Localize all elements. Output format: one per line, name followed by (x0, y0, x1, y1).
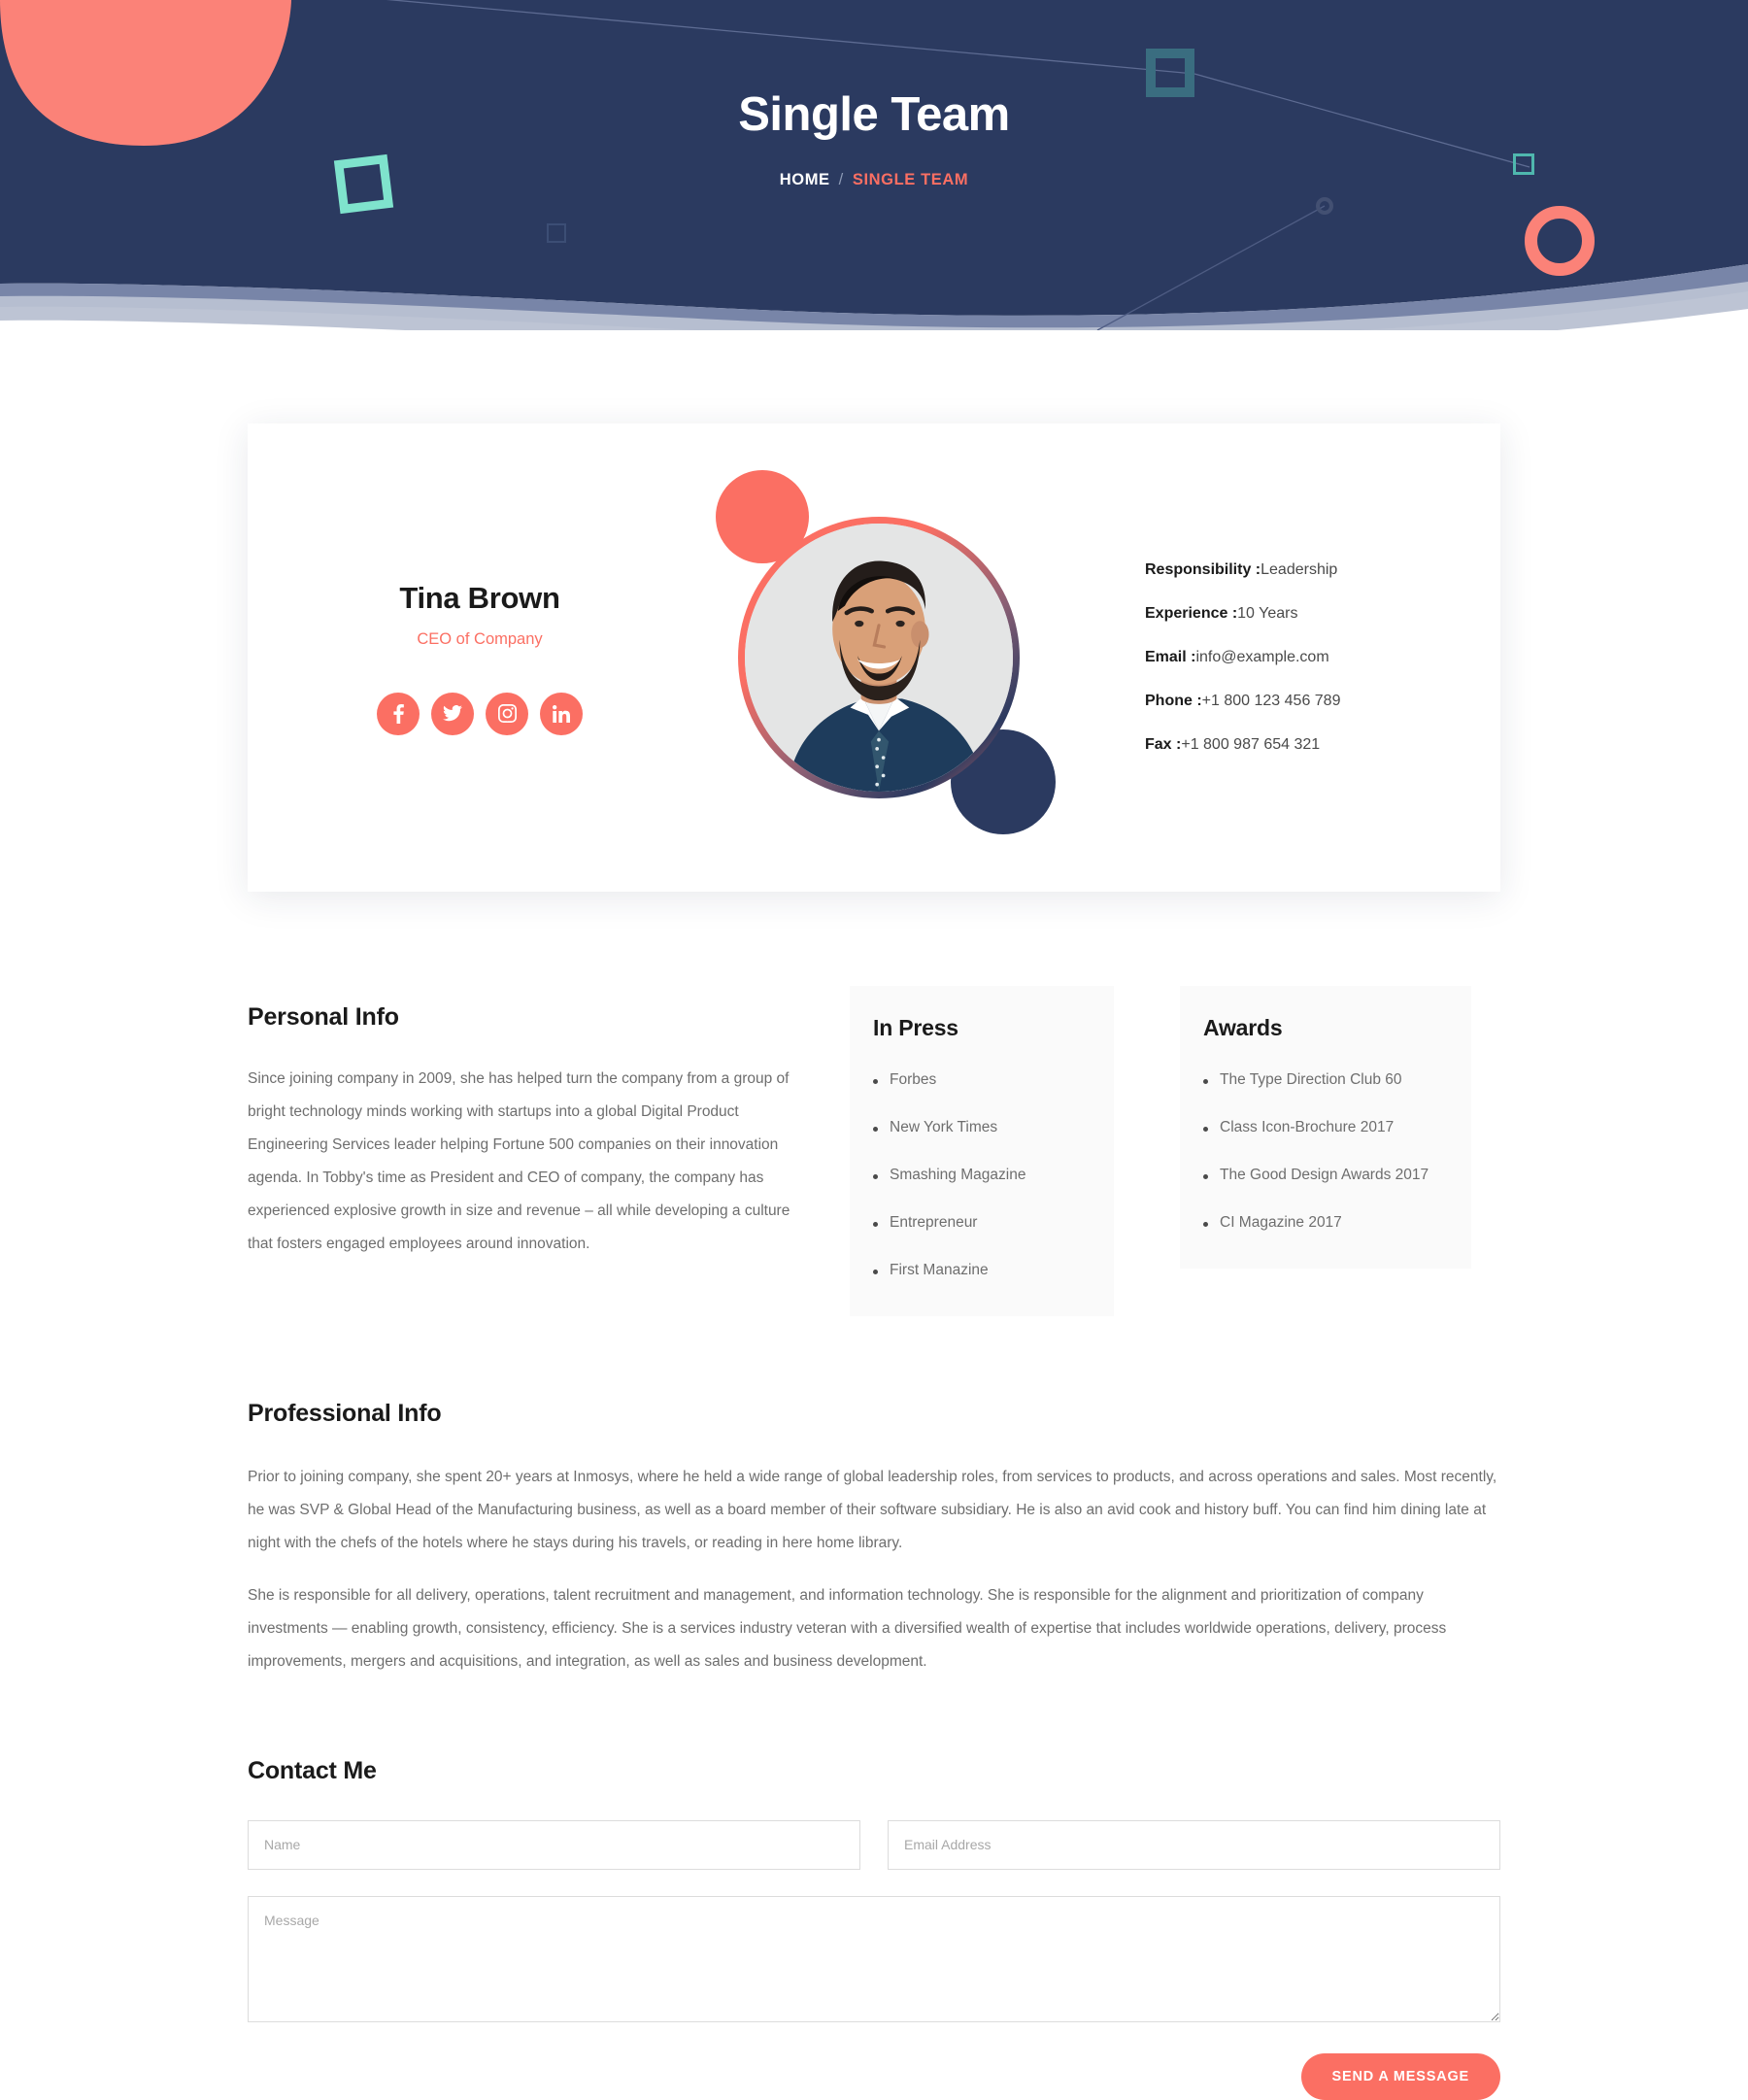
personal-info-paragraph: Since joining company in 2009, she has h… (248, 1070, 790, 1253)
detail-email-value[interactable]: info@example.com (1195, 649, 1328, 665)
profile-name: Tina Brown (399, 580, 560, 615)
in-press-section: In Press Forbes New York Times Smashing … (850, 986, 1114, 1316)
detail-phone-label: Phone : (1145, 693, 1202, 709)
message-textarea[interactable] (248, 1895, 1500, 2022)
avatar (745, 524, 1013, 792)
detail-email: Email :info@example.com (1145, 650, 1462, 665)
professional-info-paragraph-1: Prior to joining company, she spent 20+ … (248, 1469, 1497, 1552)
personal-info-section: Personal Info Since joining company in 2… (248, 1003, 850, 1316)
profile-card: Tina Brown CEO of Company Responsibility… (248, 423, 1500, 892)
detail-responsibility-value: Leadership (1261, 561, 1338, 578)
page-title: Single Team (738, 88, 1010, 141)
profile-role: CEO of Company (417, 629, 543, 648)
profile-details: Responsibility :Leadership Experience :1… (1073, 562, 1500, 753)
detail-fax-label: Fax : (1145, 736, 1182, 753)
decorative-square-navy-small (547, 223, 566, 243)
main-content: Personal Info Since joining company in 2… (248, 892, 1500, 2100)
detail-experience-value: 10 Years (1237, 605, 1298, 622)
breadcrumb-link-home[interactable]: HOME (780, 171, 830, 188)
breadcrumb-separator: / (838, 170, 844, 188)
detail-phone-value[interactable]: +1 800 123 456 789 (1202, 693, 1341, 709)
profile-card-wrapper: Tina Brown CEO of Company Responsibility… (0, 423, 1748, 892)
in-press-heading: In Press (873, 1015, 958, 1040)
twitter-icon[interactable] (431, 692, 474, 735)
detail-phone: Phone :+1 800 123 456 789 (1145, 694, 1462, 709)
detail-responsibility-label: Responsibility : (1145, 561, 1261, 578)
send-message-button[interactable]: SEND A MESSAGE (1300, 2052, 1500, 2100)
in-press-list: Forbes New York Times Smashing Magazine … (873, 1071, 1087, 1279)
list-item[interactable]: Smashing Magazine (873, 1167, 1087, 1184)
list-item[interactable]: First Manazine (873, 1262, 1087, 1279)
awards-section: Awards The Type Direction Club 60 Class … (1180, 986, 1471, 1316)
breadcrumb-current: SINGLE TEAM (852, 170, 969, 188)
detail-fax: Fax :+1 800 987 654 321 (1145, 737, 1462, 753)
contact-heading: Contact Me (248, 1756, 377, 1784)
hero-content: Single Team HOME / SINGLE TEAM (0, 0, 1748, 189)
list-item[interactable]: The Type Direction Club 60 (1203, 1071, 1444, 1089)
awards-heading: Awards (1203, 1015, 1283, 1040)
avatar-portrait (745, 524, 1013, 792)
page-hero: Single Team HOME / SINGLE TEAM (0, 0, 1748, 330)
list-item[interactable]: New York Times (873, 1119, 1087, 1136)
detail-experience-label: Experience : (1145, 605, 1238, 622)
in-press-panel: In Press Forbes New York Times Smashing … (850, 986, 1114, 1316)
decorative-dot-dim (1316, 197, 1333, 215)
contact-submit-row: SEND A MESSAGE (248, 2052, 1500, 2100)
awards-panel: Awards The Type Direction Club 60 Class … (1180, 986, 1471, 1269)
facebook-icon[interactable] (377, 692, 420, 735)
list-item[interactable]: The Good Design Awards 2017 (1203, 1167, 1444, 1184)
professional-info-heading: Professional Info (248, 1400, 442, 1427)
contact-section: Contact Me SEND A MESSAGE (248, 1757, 1500, 2100)
contact-form: SEND A MESSAGE (248, 1819, 1500, 2100)
list-item[interactable]: Forbes (873, 1071, 1087, 1089)
list-item[interactable]: CI Magazine 2017 (1203, 1214, 1444, 1232)
list-item[interactable]: Class Icon-Brochure 2017 (1203, 1119, 1444, 1136)
linkedin-icon[interactable] (540, 692, 583, 735)
email-input[interactable] (888, 1819, 1500, 1870)
name-input[interactable] (248, 1819, 860, 1870)
profile-avatar-ring (738, 517, 1020, 798)
breadcrumb: HOME / SINGLE TEAM (0, 171, 1748, 189)
detail-email-label: Email : (1145, 649, 1196, 665)
decorative-ring-coral (1525, 206, 1595, 276)
professional-info-section: Professional Info Prior to joining compa… (248, 1400, 1500, 1679)
info-columns: Personal Info Since joining company in 2… (248, 986, 1500, 1316)
list-item[interactable]: Entrepreneur (873, 1214, 1087, 1232)
detail-responsibility: Responsibility :Leadership (1145, 562, 1462, 578)
awards-list: The Type Direction Club 60 Class Icon-Br… (1203, 1071, 1444, 1232)
instagram-icon[interactable] (486, 692, 528, 735)
detail-experience: Experience :10 Years (1145, 606, 1462, 622)
personal-info-heading: Personal Info (248, 1003, 399, 1031)
profile-photo-block (685, 463, 1073, 852)
detail-fax-value: +1 800 987 654 321 (1181, 736, 1321, 753)
profile-identity: Tina Brown CEO of Company (248, 581, 685, 735)
social-links (275, 692, 685, 735)
professional-info-paragraph-2: She is responsible for all delivery, ope… (248, 1587, 1447, 1671)
contact-form-row (248, 1819, 1500, 1870)
